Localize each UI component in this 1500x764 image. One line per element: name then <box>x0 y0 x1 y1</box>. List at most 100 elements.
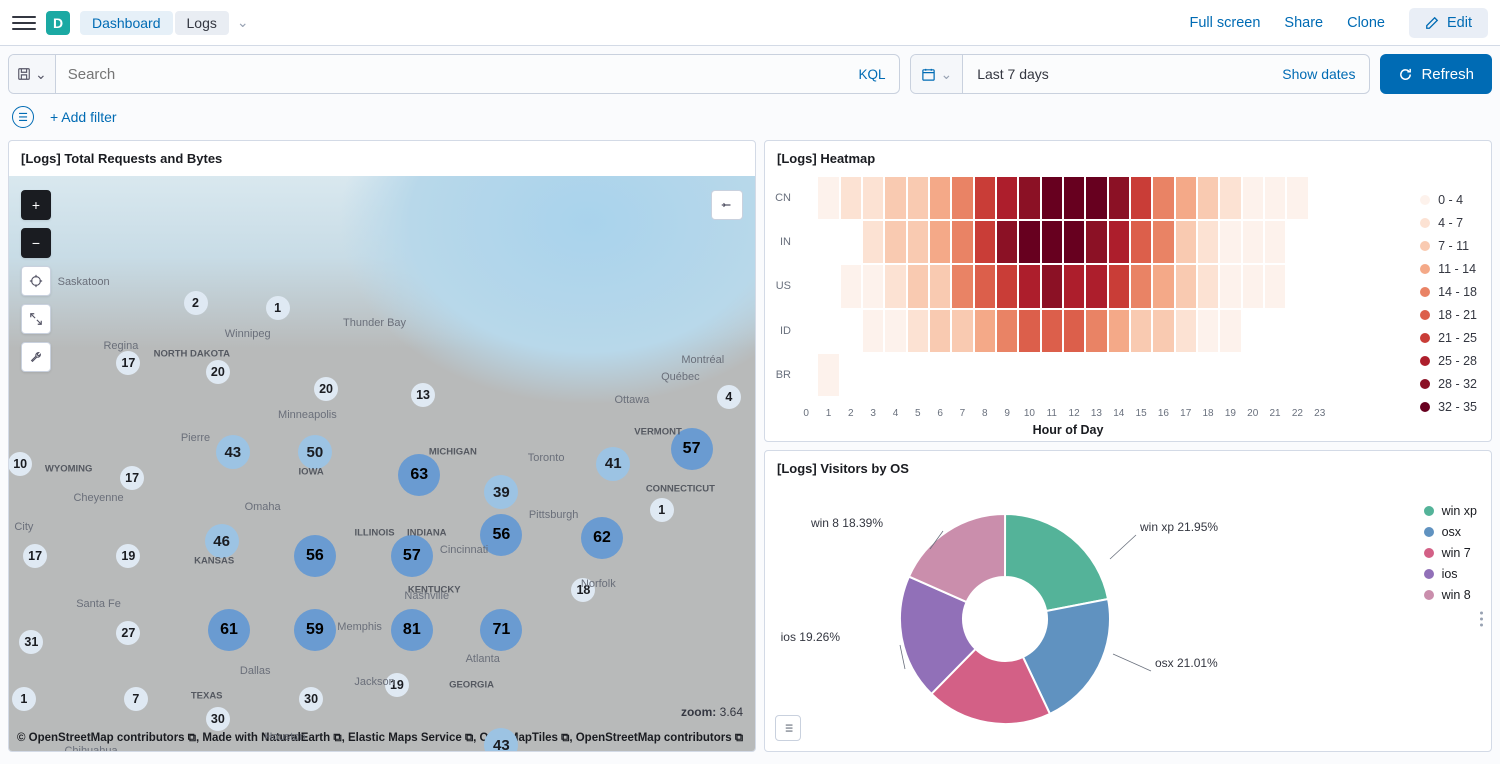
heatmap-cell[interactable] <box>862 353 884 397</box>
zoom-in-button[interactable]: + <box>21 190 51 220</box>
heatmap-cell[interactable] <box>1219 309 1241 353</box>
heatmap-cell[interactable] <box>1197 309 1219 353</box>
refresh-button[interactable]: Refresh <box>1380 54 1492 94</box>
heatmap-cell[interactable] <box>1242 353 1264 397</box>
map-canvas[interactable]: + − zoom: 3.64 © OpenStreetMap contribut… <box>9 176 755 751</box>
map-cluster[interactable]: 17 <box>23 544 47 568</box>
heatmap-cell[interactable] <box>1197 353 1219 397</box>
heatmap-cell[interactable] <box>996 353 1018 397</box>
clone-link[interactable]: Clone <box>1347 15 1385 31</box>
heatmap-cell[interactable] <box>1309 220 1331 264</box>
heatmap-cell[interactable] <box>795 220 817 264</box>
heatmap-cell[interactable] <box>1152 220 1174 264</box>
map-cluster[interactable]: 43 <box>216 435 250 469</box>
heatmap-cell[interactable] <box>1286 220 1308 264</box>
heatmap-cell[interactable] <box>1130 176 1152 220</box>
heatmap-cell[interactable] <box>840 176 862 220</box>
map-cluster[interactable]: 19 <box>116 544 140 568</box>
heatmap-cell[interactable] <box>1175 309 1197 353</box>
heatmap-cell[interactable] <box>1197 264 1219 308</box>
heatmap-cell[interactable] <box>884 220 906 264</box>
heatmap-cell[interactable] <box>907 264 929 308</box>
heatmap-cell[interactable] <box>1041 353 1063 397</box>
map-cluster[interactable]: 2 <box>184 291 208 315</box>
tools-button[interactable] <box>21 342 51 372</box>
heatmap-cell[interactable] <box>1242 220 1264 264</box>
legend-item[interactable]: win 7 <box>1424 542 1477 563</box>
heatmap-cell[interactable] <box>1130 220 1152 264</box>
legend-item[interactable]: win 8 <box>1424 584 1477 605</box>
zoom-out-button[interactable]: − <box>21 228 51 258</box>
heatmap-cell[interactable] <box>817 176 839 220</box>
heatmap-cell[interactable] <box>1108 353 1130 397</box>
heatmap-cell[interactable] <box>951 353 973 397</box>
heatmap-cell[interactable] <box>929 264 951 308</box>
heatmap-cell[interactable] <box>862 309 884 353</box>
heatmap-cell[interactable] <box>974 176 996 220</box>
heatmap-cell[interactable] <box>929 220 951 264</box>
map-cluster[interactable]: 10 <box>8 452 32 476</box>
heatmap-cell[interactable] <box>1108 220 1130 264</box>
heatmap-cell[interactable] <box>1130 264 1152 308</box>
donut-chart[interactable]: win xp 21.95%osx 21.01%ios 19.26%win 8 1… <box>765 499 1245 739</box>
heatmap-cell[interactable] <box>795 353 817 397</box>
share-link[interactable]: Share <box>1284 15 1323 31</box>
heatmap-cell[interactable] <box>795 264 817 308</box>
heatmap-cell[interactable] <box>1041 176 1063 220</box>
heatmap-cell[interactable] <box>1175 220 1197 264</box>
query-language-toggle[interactable]: KQL <box>844 67 899 82</box>
heatmap-cell[interactable] <box>974 353 996 397</box>
heatmap-cell[interactable] <box>1108 309 1130 353</box>
heatmap-cell[interactable] <box>884 353 906 397</box>
map-cluster[interactable]: 13 <box>411 383 435 407</box>
heatmap-cell[interactable] <box>1264 264 1286 308</box>
heatmap-cell[interactable] <box>1264 309 1286 353</box>
donut-slice[interactable] <box>1005 514 1108 611</box>
heatmap-cell[interactable] <box>1286 176 1308 220</box>
full-screen-link[interactable]: Full screen <box>1189 15 1260 31</box>
heatmap-cell[interactable] <box>884 176 906 220</box>
heatmap-cell[interactable] <box>996 176 1018 220</box>
heatmap-cell[interactable] <box>1264 353 1286 397</box>
map-cluster[interactable]: 71 <box>480 609 522 651</box>
heatmap-cell[interactable] <box>1219 353 1241 397</box>
map-cluster[interactable]: 17 <box>120 466 144 490</box>
map-cluster[interactable]: 46 <box>205 524 239 558</box>
heatmap-cell[interactable] <box>1286 264 1308 308</box>
heatmap-cell[interactable] <box>996 220 1018 264</box>
heatmap-cell[interactable] <box>929 309 951 353</box>
map-cluster[interactable]: 4 <box>717 385 741 409</box>
heatmap-cell[interactable] <box>951 309 973 353</box>
breadcrumb-dashboard[interactable]: Dashboard <box>80 11 173 35</box>
heatmap-cell[interactable] <box>840 353 862 397</box>
heatmap-cell[interactable] <box>1175 176 1197 220</box>
heatmap-cell[interactable] <box>862 264 884 308</box>
heatmap-cell[interactable] <box>951 220 973 264</box>
map-cluster[interactable]: 1 <box>12 687 36 711</box>
heatmap-cell[interactable] <box>1286 353 1308 397</box>
map-cluster[interactable]: 56 <box>294 535 336 577</box>
heatmap-cell[interactable] <box>1286 309 1308 353</box>
map-cluster[interactable]: 81 <box>391 609 433 651</box>
locate-button[interactable] <box>21 266 51 296</box>
heatmap-cell[interactable] <box>1197 176 1219 220</box>
heatmap-cell[interactable] <box>1175 353 1197 397</box>
add-filter-link[interactable]: + Add filter <box>50 109 117 125</box>
heatmap-cell[interactable] <box>1152 353 1174 397</box>
panel-options-button[interactable] <box>1480 611 1483 626</box>
heatmap-cell[interactable] <box>907 176 929 220</box>
heatmap-cell[interactable] <box>996 309 1018 353</box>
heatmap-cell[interactable] <box>1018 176 1040 220</box>
heatmap-cell[interactable] <box>1041 220 1063 264</box>
legend-item[interactable]: win xp <box>1424 500 1477 521</box>
heatmap-cell[interactable] <box>817 264 839 308</box>
heatmap-cell[interactable] <box>1085 264 1107 308</box>
map-cluster[interactable]: 20 <box>314 377 338 401</box>
heatmap-cell[interactable] <box>974 264 996 308</box>
map-cluster[interactable]: 17 <box>116 351 140 375</box>
heatmap-cell[interactable] <box>1197 220 1219 264</box>
heatmap-cell[interactable] <box>1242 176 1264 220</box>
heatmap-cell[interactable] <box>974 309 996 353</box>
heatmap-cell[interactable] <box>840 309 862 353</box>
heatmap-cell[interactable] <box>1152 264 1174 308</box>
